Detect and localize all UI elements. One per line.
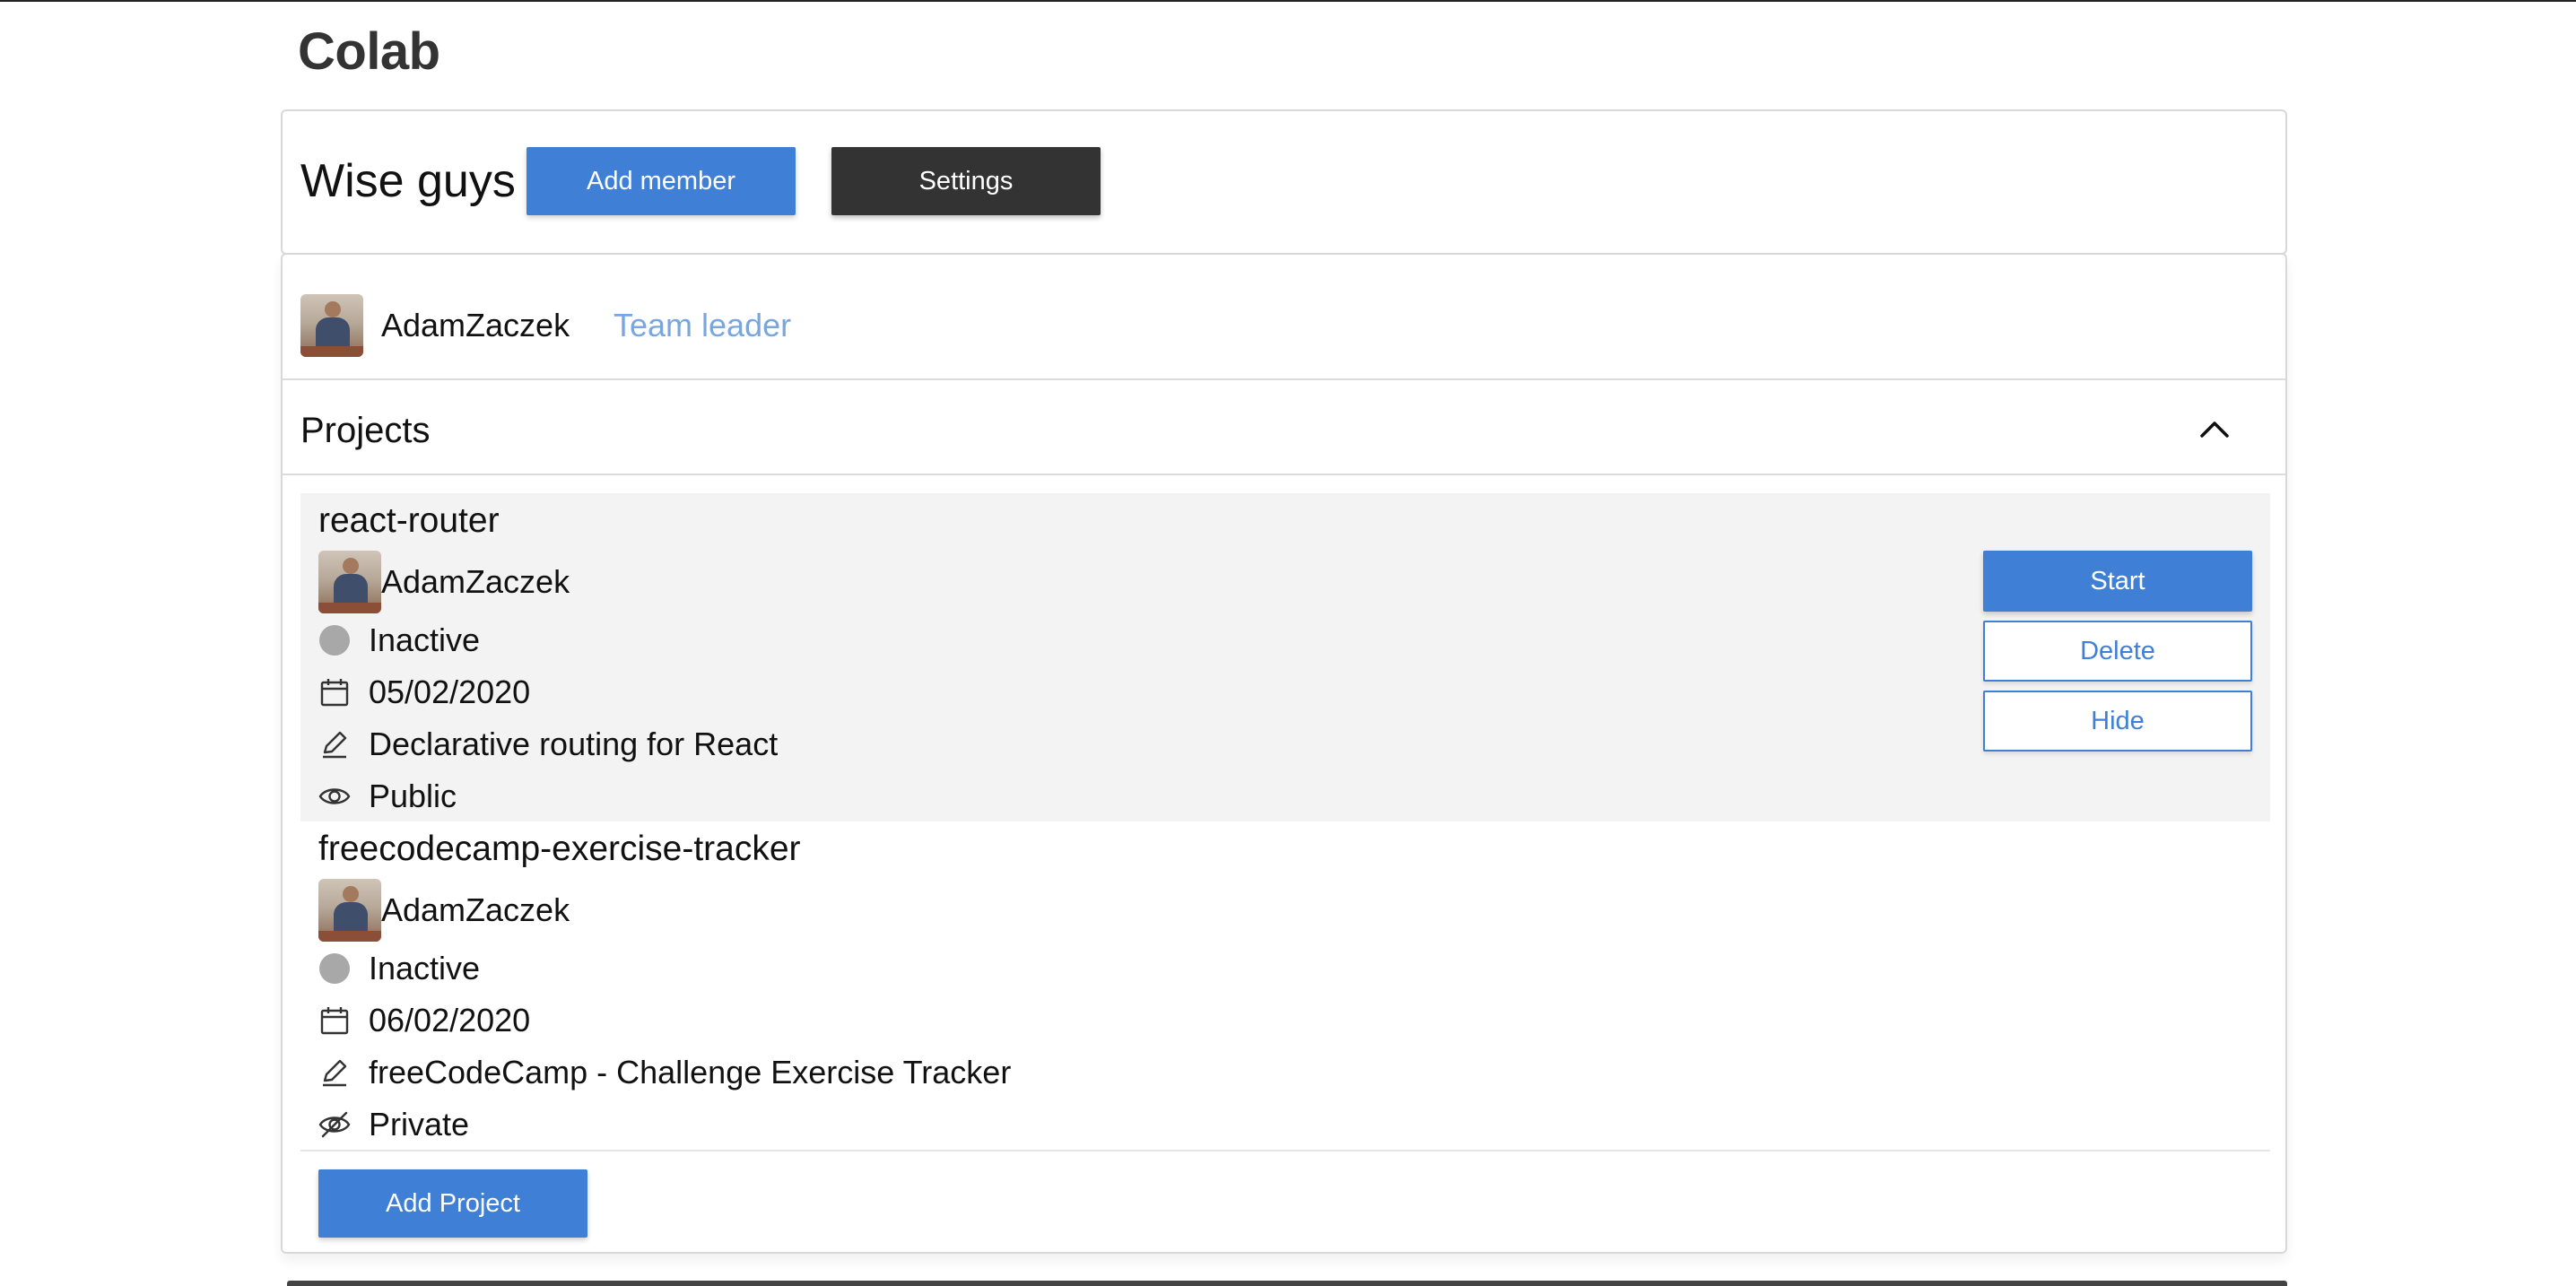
- project-status-row: Inactive: [318, 949, 480, 988]
- project-name: react-router: [318, 501, 500, 540]
- project-description-row: freeCodeCamp - Challenge Exercise Tracke…: [318, 1053, 1011, 1092]
- calendar-icon: [320, 679, 349, 707]
- pencil-icon: [323, 1059, 347, 1087]
- project-visibility: Public: [369, 778, 457, 814]
- project-description-row: Declarative routing for React: [318, 725, 778, 764]
- pencil-icon: [323, 731, 347, 759]
- start-button[interactable]: Start: [1983, 551, 2252, 612]
- eye-icon: [318, 788, 351, 804]
- project-description: Declarative routing for React: [369, 726, 779, 762]
- project-owner-avatar: [318, 879, 381, 942]
- member-role: Team leader: [614, 307, 792, 343]
- status-dot-icon: [319, 625, 350, 656]
- project-card-react-router: react-router AdamZaczek Inactive 05/02/2…: [300, 493, 2270, 821]
- chevron-up-icon[interactable]: [2193, 407, 2236, 450]
- team-body-card: AdamZaczek Team leader Projects react-ro…: [281, 253, 2287, 1254]
- settings-button[interactable]: Settings: [831, 147, 1101, 215]
- member-name: AdamZaczek: [381, 307, 570, 343]
- project-status: Inactive: [369, 621, 481, 658]
- project-owner-avatar: [318, 551, 381, 613]
- project-date: 06/02/2020: [369, 1002, 531, 1038]
- project-name: freecodecamp-exercise-tracker: [318, 830, 801, 868]
- bottom-edge: [287, 1281, 2287, 1286]
- project-visibility: Private: [369, 1106, 470, 1143]
- eye-off-icon: [318, 1111, 351, 1138]
- app-title: Colab: [298, 22, 440, 81]
- team-header-card: Wise guys Add member Settings: [281, 109, 2287, 255]
- project-date-row: 06/02/2020: [318, 1001, 530, 1040]
- project-date-row: 05/02/2020: [318, 673, 530, 712]
- add-member-button[interactable]: Add member: [527, 147, 796, 215]
- divider: [283, 378, 2285, 380]
- member-avatar: [300, 294, 363, 357]
- divider: [283, 474, 2285, 475]
- project-date: 05/02/2020: [369, 673, 531, 710]
- project-card-freecodecamp-exercise-tracker: freecodecamp-exercise-tracker AdamZaczek…: [300, 821, 2270, 1150]
- project-visibility-row: Private: [318, 1105, 469, 1144]
- project-visibility-row: Public: [318, 777, 457, 816]
- project-status-row: Inactive: [318, 621, 480, 660]
- hide-button[interactable]: Hide: [1983, 691, 2252, 752]
- calendar-icon: [320, 1007, 349, 1035]
- top-border: [0, 0, 2576, 2]
- divider: [300, 1150, 2270, 1151]
- project-status: Inactive: [369, 950, 481, 986]
- project-owner: AdamZaczek: [381, 563, 570, 600]
- project-owner: AdamZaczek: [381, 891, 570, 928]
- add-project-button[interactable]: Add Project: [318, 1169, 587, 1238]
- status-dot-icon: [319, 953, 350, 984]
- team-name: Wise guys: [300, 155, 516, 207]
- projects-title: Projects: [300, 411, 431, 450]
- delete-button[interactable]: Delete: [1983, 621, 2252, 682]
- project-description: freeCodeCamp - Challenge Exercise Tracke…: [369, 1054, 1012, 1090]
